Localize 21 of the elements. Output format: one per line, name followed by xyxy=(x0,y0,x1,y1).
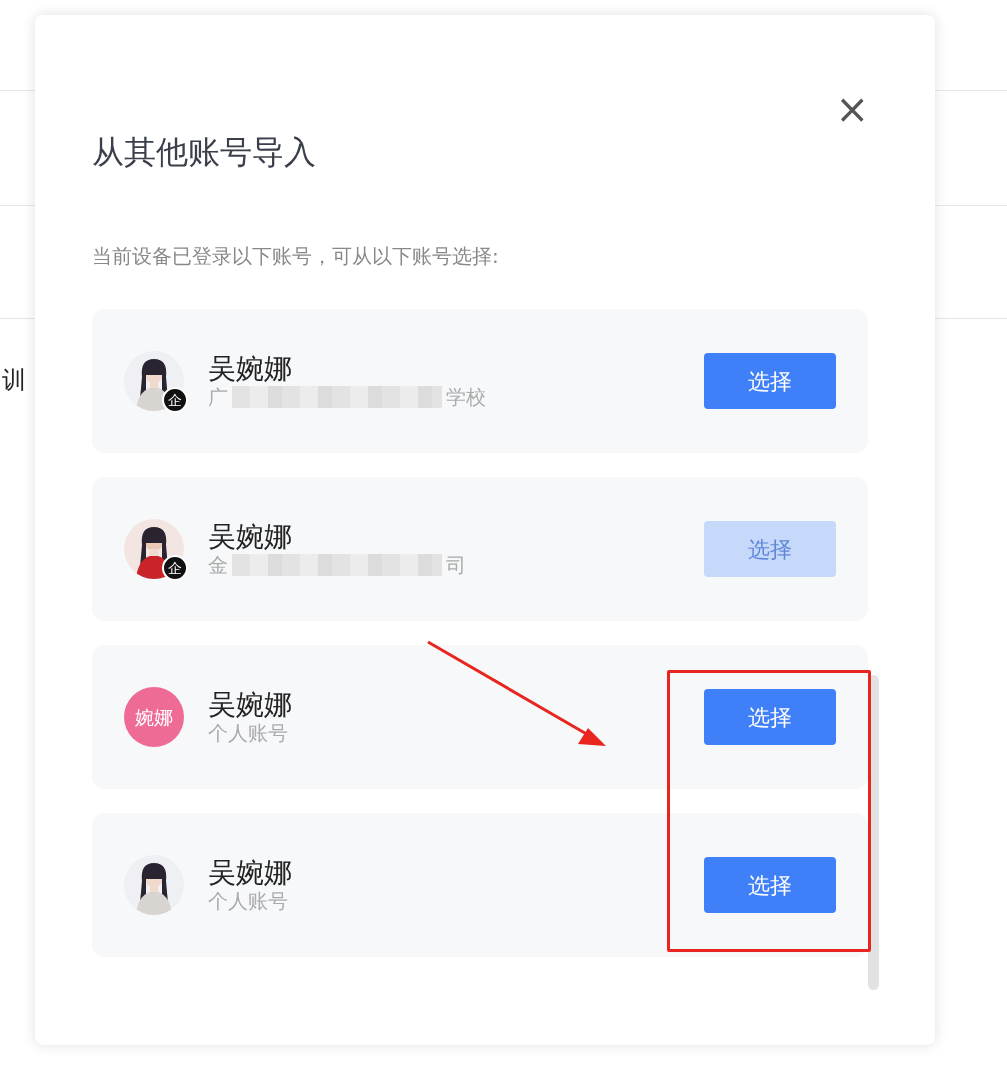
dialog-prompt: 当前设备已登录以下账号，可从以下账号选择: xyxy=(92,243,500,271)
dialog-title: 从其他账号导入 xyxy=(92,133,317,172)
account-org: 个人账号 xyxy=(208,721,288,746)
select-button[interactable]: 选择 xyxy=(704,857,836,914)
enterprise-badge: 企 xyxy=(162,387,188,414)
account-org: 学校 xyxy=(446,385,486,410)
account-org: 金 xyxy=(208,553,228,578)
account-name: 吴婉娜 xyxy=(208,857,293,890)
select-button[interactable]: 选择 xyxy=(704,353,836,410)
avatar: 婉娜 xyxy=(124,687,184,748)
account-org: 司 xyxy=(446,553,466,578)
scrollbar[interactable] xyxy=(868,675,879,990)
select-button[interactable]: 选择 xyxy=(704,689,836,746)
close-button[interactable]: × xyxy=(831,89,873,129)
account-name: 吴婉娜 xyxy=(208,521,293,554)
background-text: 训 xyxy=(2,365,26,396)
account-name: 吴婉娜 xyxy=(208,353,293,386)
enterprise-badge: 企 xyxy=(162,555,188,582)
account-org: 个人账号 xyxy=(208,889,288,914)
account-name: 吴婉娜 xyxy=(208,689,293,722)
account-org: 广 xyxy=(208,385,228,410)
